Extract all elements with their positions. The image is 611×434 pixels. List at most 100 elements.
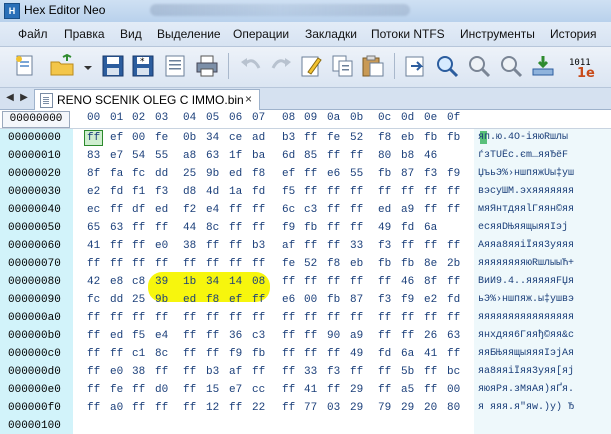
hex-byte[interactable]: ff	[229, 204, 242, 216]
hex-byte[interactable]: ff	[327, 222, 340, 234]
row-text[interactable]: Аяяа8яяіЇяя3уяяя	[478, 240, 574, 251]
hex-byte[interactable]: f8	[327, 258, 340, 270]
hex-byte[interactable]: 22	[252, 402, 265, 414]
hex-byte[interactable]: ff	[282, 330, 295, 342]
find-next-icon[interactable]	[464, 51, 494, 81]
hex-byte[interactable]: 63	[206, 150, 219, 162]
hex-byte[interactable]: ff	[350, 186, 363, 198]
hex-byte[interactable]: a9	[350, 330, 363, 342]
hex-byte[interactable]: ff	[132, 240, 145, 252]
hex-byte[interactable]: ff	[424, 366, 437, 378]
hex-byte[interactable]: ff	[401, 186, 414, 198]
hex-byte[interactable]: ff	[401, 330, 414, 342]
hex-byte[interactable]: c3	[252, 330, 265, 342]
hex-byte[interactable]: ff	[206, 240, 219, 252]
hex-byte[interactable]: ff	[447, 312, 460, 324]
hex-byte[interactable]: eb	[401, 132, 414, 144]
hex-byte[interactable]: 9b	[155, 294, 168, 306]
hex-byte[interactable]: ff	[424, 240, 437, 252]
hex-byte[interactable]: ff	[304, 312, 317, 324]
row-text[interactable]: мяЯнтдяяlГяян©яя	[478, 204, 574, 215]
find-icon[interactable]	[432, 51, 462, 81]
hex-byte[interactable]: ff	[229, 258, 242, 270]
hex-byte[interactable]: ff	[304, 186, 317, 198]
hex-byte[interactable]: 8f	[87, 168, 100, 180]
menu-selection[interactable]: Выделение	[157, 27, 221, 41]
hex-byte[interactable]: 14	[229, 276, 242, 288]
hex-byte[interactable]: ff	[252, 222, 265, 234]
hex-byte[interactable]: f3	[424, 168, 437, 180]
hex-byte[interactable]: ba	[252, 150, 265, 162]
hex-byte[interactable]: 80	[447, 402, 460, 414]
hex-byte[interactable]: ef	[110, 132, 123, 144]
hex-byte[interactable]: ff	[447, 276, 460, 288]
hex-byte[interactable]: b8	[401, 150, 414, 162]
hex-byte[interactable]: fe	[282, 258, 295, 270]
hex-byte[interactable]: ff	[350, 276, 363, 288]
hex-byte[interactable]: f5	[282, 186, 295, 198]
hex-byte[interactable]: ff	[132, 312, 145, 324]
hex-byte[interactable]: ff	[282, 366, 295, 378]
hex-byte[interactable]: fb	[424, 132, 437, 144]
hex-byte[interactable]: ed	[110, 330, 123, 342]
hex-byte[interactable]: ed	[155, 204, 168, 216]
hex-byte[interactable]: ff	[378, 384, 391, 396]
row-text[interactable]: ѓзTUЁc.єm…яяЂёF	[478, 150, 568, 161]
hex-byte[interactable]: ff	[252, 366, 265, 378]
hex-byte[interactable]: b3	[252, 240, 265, 252]
hex-byte[interactable]: ff	[401, 312, 414, 324]
open-dropdown-icon[interactable]	[80, 51, 92, 81]
menu-view[interactable]: Вид	[120, 27, 142, 41]
hex-byte[interactable]: e6	[282, 294, 295, 306]
hex-byte[interactable]: ff	[327, 186, 340, 198]
hex-byte[interactable]: ff	[282, 276, 295, 288]
hex-byte[interactable]: fa	[110, 168, 123, 180]
hex-byte[interactable]: ff	[327, 240, 340, 252]
hex-byte[interactable]: ff	[183, 348, 196, 360]
hex-byte[interactable]: 77	[304, 402, 317, 414]
menu-ntfs-streams[interactable]: Потоки NTFS	[371, 27, 445, 41]
hex-byte[interactable]: ff	[206, 258, 219, 270]
hex-byte[interactable]: ff	[132, 222, 145, 234]
hex-byte[interactable]: ff	[350, 312, 363, 324]
print-preview-icon[interactable]	[160, 51, 190, 81]
hex-byte[interactable]: af	[229, 366, 242, 378]
hex-byte[interactable]: 8f	[424, 276, 437, 288]
hex-byte[interactable]: ff	[327, 204, 340, 216]
hex-byte[interactable]: ff	[155, 366, 168, 378]
hex-byte[interactable]: fe	[155, 132, 168, 144]
hex-byte[interactable]: f9	[229, 348, 242, 360]
hex-byte[interactable]: 03	[327, 402, 340, 414]
hex-byte[interactable]: ff	[87, 330, 100, 342]
hex-byte[interactable]: 54	[132, 150, 145, 162]
hex-byte[interactable]: 36	[229, 330, 242, 342]
row-text[interactable]: ЏъьЭ%›ншпяжUы‡уш	[478, 168, 574, 179]
hex-byte[interactable]: 1b	[183, 276, 196, 288]
hex-byte[interactable]: 8c	[155, 348, 168, 360]
hex-byte[interactable]: a8	[183, 150, 196, 162]
hex-byte[interactable]: ef	[282, 168, 295, 180]
hex-byte[interactable]: df	[132, 204, 145, 216]
hex-byte[interactable]: ec	[87, 204, 100, 216]
hex-byte[interactable]: ff	[87, 132, 100, 144]
hex-byte[interactable]: e2	[424, 294, 437, 306]
hex-byte[interactable]: 42	[87, 276, 100, 288]
hex-byte[interactable]: eb	[350, 258, 363, 270]
hex-byte[interactable]: 39	[155, 276, 168, 288]
hex-byte[interactable]: 55	[350, 168, 363, 180]
export-icon[interactable]	[400, 51, 430, 81]
hex-byte[interactable]: ff	[378, 186, 391, 198]
hex-byte[interactable]: ff	[350, 204, 363, 216]
hex-byte[interactable]: 26	[424, 330, 437, 342]
hex-byte[interactable]: 65	[87, 222, 100, 234]
hex-byte[interactable]: 46	[401, 276, 414, 288]
hex-byte[interactable]: ff	[183, 402, 196, 414]
hex-byte[interactable]: fd	[401, 222, 414, 234]
hex-byte[interactable]: fd	[378, 348, 391, 360]
hex-byte[interactable]: fb	[378, 168, 391, 180]
hex-byte[interactable]: b3	[206, 366, 219, 378]
hex-byte[interactable]: ff	[110, 204, 123, 216]
hex-byte[interactable]: ff	[183, 330, 196, 342]
hex-editor[interactable]: 00000000 00 01 02 03 04 05 06 07 08 09 0…	[0, 110, 611, 434]
hex-byte[interactable]: ff	[304, 348, 317, 360]
